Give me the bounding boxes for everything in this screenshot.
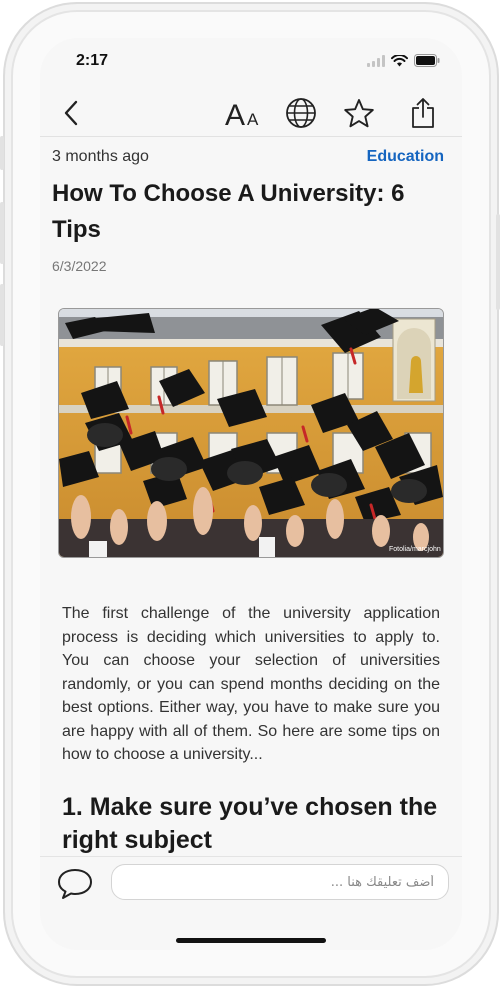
time-ago: 3 months ago bbox=[52, 148, 149, 165]
share-icon bbox=[412, 98, 434, 128]
image-credit: Fotolia/marcjohn bbox=[389, 546, 441, 553]
back-button[interactable] bbox=[60, 96, 82, 130]
graduation-photo: Fotolia/marcjohn bbox=[59, 309, 443, 557]
translate-button[interactable] bbox=[284, 96, 318, 130]
svg-text:A: A bbox=[247, 110, 259, 128]
volume-up-button bbox=[0, 202, 4, 264]
star-icon bbox=[344, 99, 374, 128]
section-heading: 1. Make sure you’ve chosen the right sub… bbox=[62, 792, 438, 854]
battery-icon bbox=[414, 54, 440, 67]
category-link[interactable]: Education bbox=[367, 148, 444, 166]
article-title: How To Choose A University: 6 Tips bbox=[52, 180, 405, 243]
article-meta: 3 months ago Education bbox=[52, 138, 444, 176]
comment-input[interactable] bbox=[111, 864, 449, 900]
text-size-icon: A A bbox=[225, 99, 259, 128]
wifi-icon bbox=[391, 54, 408, 66]
share-button[interactable] bbox=[408, 96, 438, 130]
favorite-button[interactable] bbox=[342, 96, 376, 130]
svg-text:A: A bbox=[225, 99, 245, 128]
article-content: 3 months ago Education How To Choose A U… bbox=[52, 138, 444, 877]
status-time: 2:17 bbox=[76, 52, 109, 69]
app-screen: 2:17 A A 3 months ago Education How To C… bbox=[40, 38, 462, 950]
comment-bar bbox=[40, 856, 462, 950]
globe-icon bbox=[286, 98, 316, 128]
comment-bubble-icon[interactable] bbox=[56, 867, 94, 901]
signal-icon bbox=[367, 54, 385, 67]
volume-down-button bbox=[0, 284, 4, 346]
publish-date: 6/3/2022 bbox=[52, 258, 107, 274]
text-size-button[interactable]: A A bbox=[224, 96, 264, 130]
home-indicator bbox=[176, 938, 326, 943]
article-body: The first challenge of the university ap… bbox=[62, 605, 440, 763]
back-chevron-icon bbox=[64, 100, 78, 126]
article-hero-image: Fotolia/marcjohn bbox=[58, 308, 444, 558]
mute-switch bbox=[0, 136, 4, 170]
article-toolbar: A A bbox=[40, 90, 462, 137]
power-button bbox=[496, 214, 500, 310]
status-icons bbox=[367, 54, 440, 67]
